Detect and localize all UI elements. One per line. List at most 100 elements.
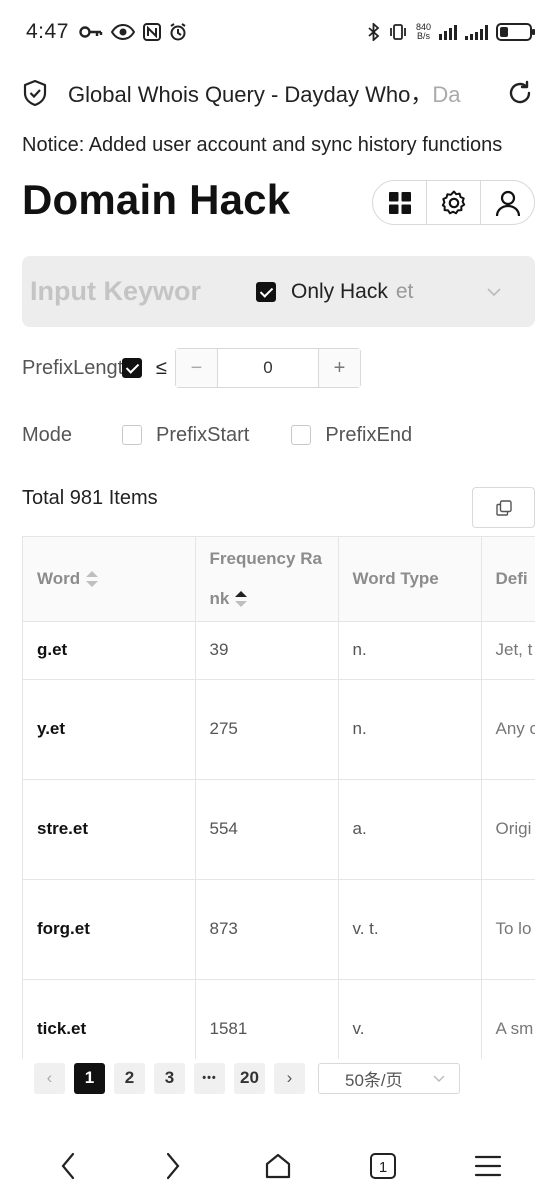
pagination-ellipsis[interactable]: ••• [194,1062,225,1094]
definition-cell: Jet, t [481,621,535,680]
bluetooth-icon [368,23,380,41]
vibrate-icon [390,24,406,40]
prefix-length-value[interactable]: 0 [218,349,318,387]
table-row[interactable]: tick.et1581v.A sm ng as f [23,979,535,1059]
forward-arrow-icon [167,1152,180,1180]
total-count: Total 981 Items [22,487,158,509]
sort-icon[interactable] [86,571,99,588]
col-word-label: Word [37,568,81,588]
mode-prefix-end[interactable]: PrefixEnd [291,424,412,447]
nfc-icon [142,23,161,41]
table-row[interactable]: y.et275n.Any c ods b t she [23,679,535,780]
rank-cell: 554 [195,779,339,880]
apps-button[interactable] [373,181,427,224]
prefix-length-label: PrefixLengt [22,356,122,379]
mode-row: Mode PrefixStart PrefixEnd [22,420,412,450]
only-hack-option[interactable]: Only Hack et [256,280,413,304]
tabs-icon: 1 [369,1153,396,1179]
prefix-end-checkbox[interactable] [291,425,312,445]
results-table: Word Frequency Ra nk Word Type Defi g.et 3… [23,537,535,1059]
col-frequency-label-wrap: nk [209,588,230,608]
keyword-input[interactable]: Input Keywor [30,276,220,307]
definition-cell: To lo mory o, to [481,879,535,980]
home-icon [265,1153,291,1179]
word-cell: forg.et [23,879,196,980]
grid-icon [388,191,411,214]
type-cell: v. [338,979,482,1059]
shield-check-icon[interactable] [22,79,48,107]
copy-button[interactable] [472,487,535,528]
mode-prefix-start[interactable]: PrefixStart [122,424,249,447]
prev-page-button[interactable]: ‹ [34,1062,65,1094]
table-row[interactable]: stre.et554a.Origi now bord [23,779,535,880]
eye-icon [110,24,135,40]
next-page-button[interactable]: › [274,1062,305,1094]
page-title-text: Global Whois Query - Dayday Who， [68,82,433,107]
hamburger-menu-icon [474,1155,501,1177]
page-1[interactable]: 1 [74,1062,105,1094]
alarm-icon [170,23,186,41]
user-button[interactable] [481,181,534,224]
page-2[interactable]: 2 [114,1062,145,1094]
header-icon-group [372,180,535,225]
status-left-icons [79,23,187,41]
prefix-length-stepper[interactable]: − 0 + [174,348,361,388]
increment-button[interactable]: + [317,349,360,387]
back-button[interactable] [48,1146,88,1186]
le-symbol: ≤ [156,356,167,379]
table-header-row: Word Frequency Ra nk Word Type Defi [23,537,535,622]
prefix-start-label: PrefixStart [156,423,250,446]
browser-bottom-nav: 1 [0,1138,556,1194]
type-cell: n. [338,621,482,680]
col-frequency-rank[interactable]: Frequency Ra nk [195,537,339,622]
reload-icon[interactable] [506,79,534,107]
definition-cell: Origi now bord [481,779,535,880]
page-title[interactable]: Global Whois Query - Dayday Who，Da [68,77,486,109]
results-table-container[interactable]: Word Frequency Ra nk Word Type Defi g.et 3… [22,536,535,1059]
prefix-end-label: PrefixEnd [325,423,413,446]
type-cell: v. t. [338,879,482,980]
menu-button[interactable] [468,1146,508,1186]
word-cell: tick.et [23,979,196,1059]
word-cell: stre.et [23,779,196,880]
rank-cell: 873 [195,879,339,980]
page-heading: Domain Hack [22,176,291,223]
type-cell: a. [338,779,482,880]
status-bar: 4:47 840 B/s [0,0,556,64]
table-row[interactable]: forg.et873v. t.To lo mory o, to [23,879,535,980]
page-size-select[interactable]: 50条/页 [318,1062,460,1094]
signal-icon [439,24,457,40]
tld-select[interactable]: et [396,280,414,304]
decrement-button[interactable]: − [175,349,218,387]
page-20[interactable]: 20 [234,1062,265,1094]
status-time: 4:47 [26,20,69,43]
tabs-button[interactable]: 1 [363,1146,403,1186]
table-row[interactable]: g.et 39 n. Jet, t [23,621,535,680]
mode-label: Mode [22,423,73,446]
keyword-search-box[interactable]: Input Keywor Only Hack et [22,256,535,327]
gear-icon [441,190,465,214]
forward-button[interactable] [153,1146,193,1186]
browser-address-bar[interactable]: Global Whois Query - Dayday Who，Da [0,66,556,120]
page-size-value: 50条/页 [345,1070,403,1090]
only-hack-checkbox[interactable] [256,281,276,302]
chevron-down-icon [433,1075,445,1082]
settings-button[interactable] [427,181,481,224]
prefix-start-checkbox[interactable] [122,425,142,445]
col-word[interactable]: Word [23,537,196,622]
pagination: ‹ 1 2 3 ••• 20 › 50条/页 [34,1062,460,1094]
type-cell: n. [338,679,482,780]
net-speed-unit: B/s [416,31,430,41]
page-3[interactable]: 3 [154,1062,185,1094]
prefix-length-row: PrefixLengt ≤ − 0 + [22,348,361,388]
rank-cell: 1581 [195,979,339,1059]
col-definition[interactable]: Defi [481,537,535,622]
chevron-down-icon[interactable] [487,285,501,299]
home-button[interactable] [258,1146,298,1186]
col-word-type[interactable]: Word Type [338,537,482,622]
rank-cell: 275 [195,679,339,780]
key-icon [79,26,103,38]
col-frequency-label: Frequency Ra [209,548,322,568]
prefix-length-checkbox[interactable] [122,358,142,378]
sort-asc-icon[interactable] [235,591,248,608]
